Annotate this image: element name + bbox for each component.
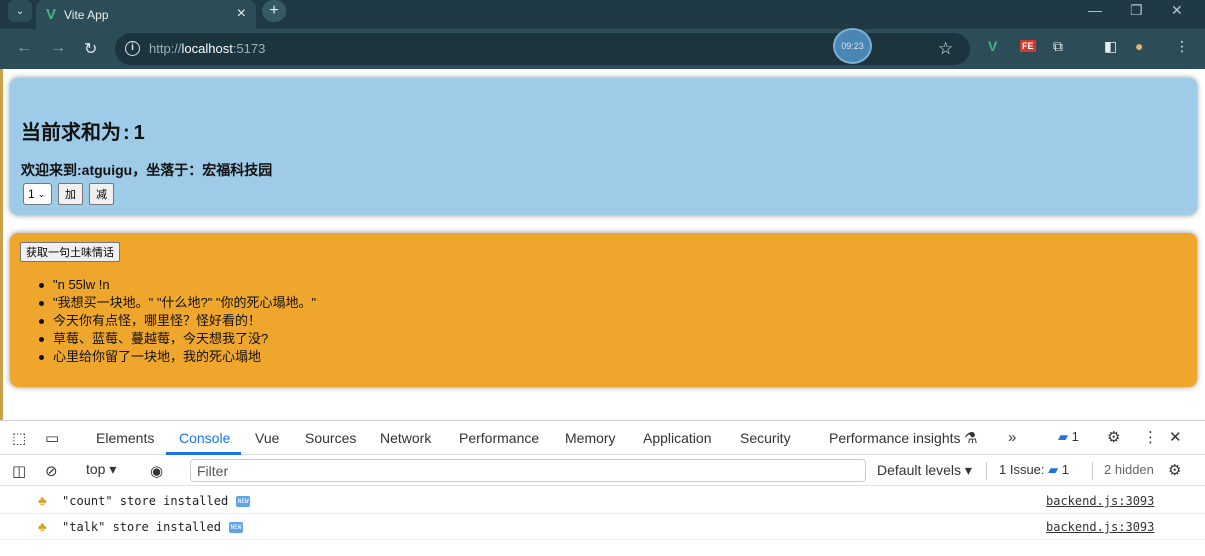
love-talk-card: 获取一句土味情话 "n 55lw !n "我想买一块地。" "什么地?" "你的… [10,233,1197,387]
console-message-text: "talk" store installed NEW [62,520,243,534]
inspect-element-icon[interactable]: ⬚ [12,429,26,447]
forward-icon[interactable]: → [50,39,66,57]
tab-security[interactable]: Security [740,430,791,446]
divider [986,462,987,480]
extensions-icon[interactable]: ⧉ [1053,38,1063,55]
chevron-down-icon: ⌄ [37,188,46,199]
issues-label: 1 Issue: [999,462,1045,477]
tab-vue[interactable]: Vue [255,430,279,446]
devtools-tab-bar: ⬚ ▭ Elements Console Vue Sources Network… [0,421,1205,455]
restore-icon[interactable]: ❐ [1130,2,1143,19]
sidebar-toggle-icon[interactable]: ◫ [12,462,26,480]
issues-button[interactable]: 1 Issue: ▰ 1 [999,462,1069,478]
issue-icon: ▰ [1048,462,1059,477]
tab-network[interactable]: Network [380,430,431,446]
divider [1092,462,1093,480]
issues-count: 1 [1061,462,1070,477]
profile-avatar[interactable]: ● [1135,38,1143,54]
context-selector[interactable]: top ▾ [86,461,116,478]
pinia-pineapple-icon: ♣ [38,493,47,508]
reload-icon[interactable]: ↻ [84,39,97,59]
back-icon[interactable]: ← [16,39,32,57]
side-panel-icon[interactable]: ◧ [1104,38,1117,55]
console-filter-input[interactable]: Filter [190,459,866,482]
add-button[interactable]: 加 [58,183,83,205]
browser-toolbar: ← → ↻ i http://localhost:5173 ☆ V FE ⧉ ◧… [0,29,1205,69]
tab-title: Vite App [64,7,109,22]
step-select[interactable]: 1 ⌄ [23,183,52,205]
list-item: 今天你有点怪，哪里怪？怪好看的！ [38,312,316,330]
list-item: 草莓、蓝莓、蔓越莓，今天想我了没? [38,330,316,348]
list-item: "我想买一块地。" "什么地?" "你的死心塌地。" [38,294,316,312]
tab-strip: ⌄ V Vite App × + — ❐ ✕ [0,0,1205,29]
console-message: ♣ "count" store installed NEW backend.js:… [0,488,1205,514]
pinia-pineapple-icon: ♣ [38,519,47,534]
sum-heading: 当前求和为:1 [21,116,145,145]
devtools-menu-icon[interactable]: ⋮ [1143,428,1158,446]
close-window-icon[interactable]: ✕ [1171,2,1183,19]
page-viewport: 当前求和为:1 欢迎来到:atguigu，坐落于：宏福科技园 1 ⌄ 加 减 获… [0,69,1205,420]
tab-console[interactable]: Console [179,430,230,446]
hidden-messages-count: 2 hidden [1104,462,1154,477]
settings-gear-icon[interactable]: ⚙ [1107,428,1120,446]
site-info-icon[interactable]: i [125,41,140,56]
tab-application[interactable]: Application [643,430,712,446]
fetch-love-talk-button[interactable]: 获取一句土味情话 [20,242,120,262]
love-talk-list: "n 55lw !n "我想买一块地。" "什么地?" "你的死心塌地。" 今天… [38,276,316,366]
source-link[interactable]: backend.js:3093 [1046,520,1154,534]
step-select-value: 1 [28,187,35,201]
log-text: "talk" store installed [62,520,221,534]
minimize-icon[interactable]: — [1088,2,1102,18]
more-tabs-icon[interactable]: » [1008,429,1016,446]
sum-value: 1 [133,122,145,144]
log-levels-dropdown[interactable]: Default levels ▾ [877,462,972,479]
url-text[interactable]: http://localhost:5173 [149,41,265,56]
new-badge-icon: NEW [228,522,243,533]
tab-search-button[interactable]: ⌄ [8,0,32,22]
flask-icon: ⚗ [964,430,978,447]
sum-colon: : [123,122,130,144]
sum-label: 当前求和为 [21,122,121,144]
new-badge-icon: NEW [236,496,251,507]
messages-badge[interactable]: ▰ 1 [1058,429,1079,445]
school-text: 欢迎来到:atguigu，坐落于：宏福科技园 [21,162,273,178]
fe-helper-extension-icon[interactable]: FE [1020,40,1036,52]
context-value: top [86,461,106,477]
messages-count: 1 [1071,429,1079,444]
log-levels-label: Default levels [877,462,962,478]
vite-favicon-icon: V [46,6,57,23]
tab-performance-insights[interactable]: Performance insights [829,430,961,446]
console-message: ♣ "talk" store installed NEW backend.js:3… [0,514,1205,540]
clear-console-icon[interactable]: ⊘ [45,462,58,480]
console-settings-gear-icon[interactable]: ⚙ [1168,461,1181,479]
log-text: "count" store installed [62,494,229,508]
timer-badge: 09:23 [833,28,872,64]
close-tab-icon[interactable]: × [237,5,246,23]
device-toolbar-icon[interactable]: ▭ [45,429,59,447]
count-card: 当前求和为:1 欢迎来到:atguigu，坐落于：宏福科技园 1 ⌄ 加 减 [10,78,1197,215]
message-icon: ▰ [1058,429,1068,444]
active-tab-underline [166,452,241,455]
tab-memory[interactable]: Memory [565,430,616,446]
tab-performance[interactable]: Performance [459,430,539,446]
console-filter-bar: ◫ ⊘ top ▾ ◉ Filter Default levels ▾ 1 Is… [0,456,1205,486]
devtools-panel: ⬚ ▭ Elements Console Vue Sources Network… [0,420,1205,556]
list-item: 心里给你留了一块地，我的死心塌地 [38,348,316,366]
new-tab-button[interactable]: + [262,0,286,22]
live-expression-eye-icon[interactable]: ◉ [150,462,163,480]
browser-tab[interactable]: V Vite App × [36,0,256,29]
vue-devtools-extension-icon[interactable]: V [988,38,997,54]
list-item: "n 55lw !n [38,276,316,294]
minus-button[interactable]: 减 [89,183,114,205]
tab-sources[interactable]: Sources [305,430,356,446]
console-message-text: "count" store installed NEW [62,494,251,508]
source-link[interactable]: backend.js:3093 [1046,494,1154,508]
bookmark-star-icon[interactable]: ☆ [938,39,953,59]
browser-menu-icon[interactable]: ⋮ [1175,38,1189,55]
tab-elements[interactable]: Elements [96,430,154,446]
close-devtools-icon[interactable]: ✕ [1169,428,1182,446]
count-controls: 1 ⌄ 加 减 [23,183,114,205]
